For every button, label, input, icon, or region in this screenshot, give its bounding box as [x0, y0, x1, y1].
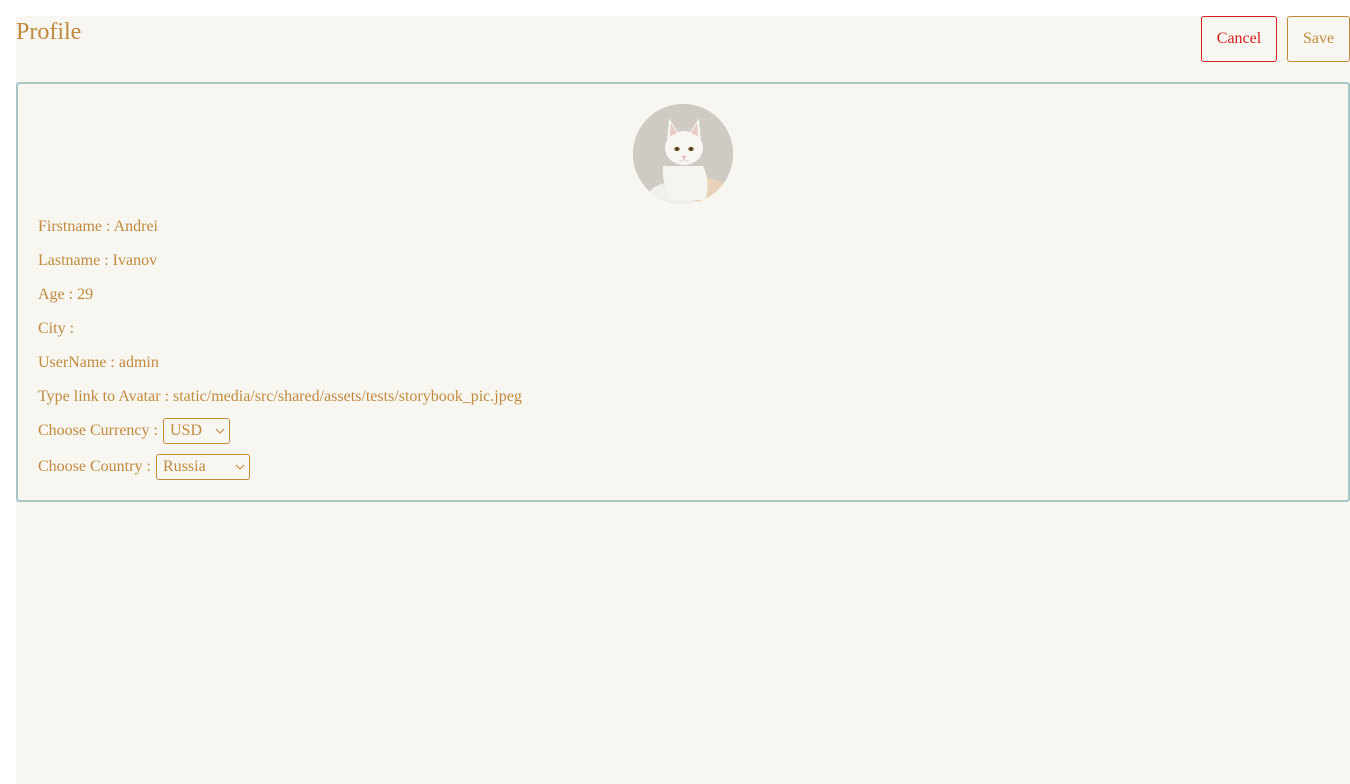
profile-page: Profile Cancel Save Firstname: Andrei L… — [16, 16, 1350, 784]
firstname-value: Andrei — [113, 218, 158, 235]
save-button[interactable]: Save — [1287, 16, 1350, 62]
lastname-field: Lastname : Ivanov — [38, 251, 157, 271]
lastname-value: Ivanov — [112, 252, 158, 269]
age-label: Age : — [38, 286, 74, 303]
firstname-label: Firstname : — [38, 218, 111, 235]
age-value: 29 — [77, 286, 94, 303]
avatar-link-label: Type link to Avatar : — [38, 388, 169, 405]
profile-card: Firstname : Andrei Lastname : Ivanov Age… — [16, 82, 1350, 502]
currency-select[interactable]: USD — [163, 418, 230, 444]
chevron-down-icon — [235, 464, 245, 470]
country-label: Choose Country : — [38, 458, 151, 475]
cat-avatar-image — [633, 104, 733, 204]
lastname-label: Lastname : — [38, 252, 109, 269]
chevron-down-icon — [215, 428, 225, 434]
page-title: Profile — [16, 19, 82, 45]
username-label: UserName : — [38, 354, 115, 371]
avatar-link-value: static/media/src/shared/assets/tests/sto… — [173, 388, 522, 405]
city-label: City : — [38, 320, 75, 337]
cancel-button[interactable]: Cancel — [1201, 16, 1277, 62]
currency-selected-value: USD — [170, 422, 203, 439]
country-selected-value: Russia — [163, 458, 206, 475]
username-field: UserName : admin — [38, 353, 159, 373]
avatar — [633, 104, 733, 204]
firstname-field: Firstname : Andrei — [38, 217, 158, 237]
age-field: Age : 29 — [38, 285, 93, 305]
username-value: admin — [118, 354, 159, 371]
currency-label: Choose Currency : — [38, 422, 158, 439]
city-field: City : — [38, 319, 74, 339]
avatar-link-field: Type link to Avatar : static/media/src/s… — [38, 387, 522, 407]
country-select[interactable]: Russia — [156, 454, 250, 480]
